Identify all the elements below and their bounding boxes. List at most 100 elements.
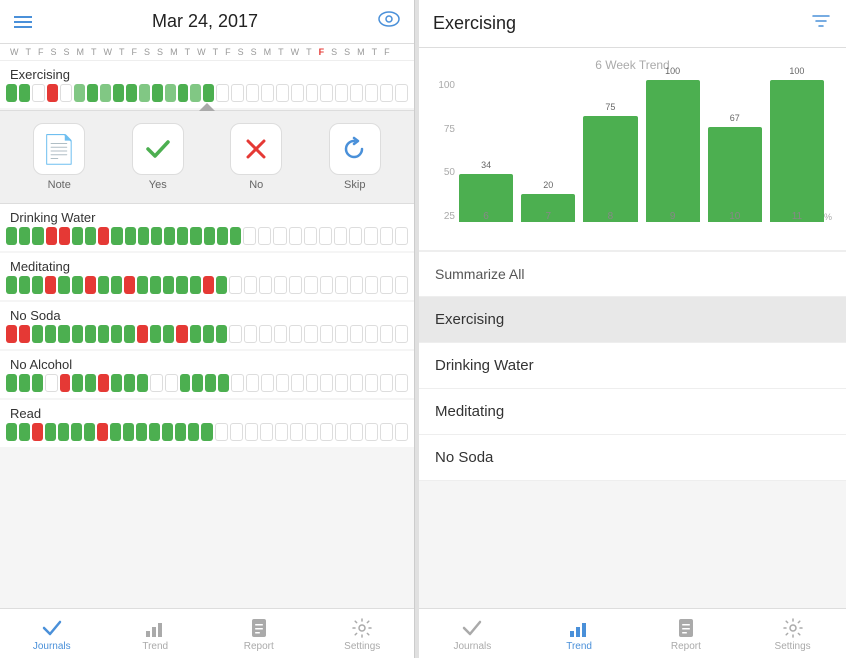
day-block — [259, 276, 272, 294]
day-block — [111, 374, 122, 392]
left-header-title: Mar 24, 2017 — [152, 11, 258, 32]
day-block — [216, 84, 229, 102]
day-block — [364, 227, 377, 245]
day-block — [380, 84, 393, 102]
day-block — [231, 84, 244, 102]
chart-wrapper: 100 75 50 25 3462077581009671010011 % — [433, 80, 832, 240]
day-block — [165, 374, 178, 392]
no-button[interactable]: No — [230, 123, 282, 191]
day-block — [261, 374, 274, 392]
day-block — [32, 374, 43, 392]
day-block — [45, 325, 56, 343]
day-block — [87, 84, 98, 102]
eye-icon[interactable] — [378, 10, 400, 33]
day-block — [365, 84, 378, 102]
left-bottom-nav: Journals Trend Report — [0, 608, 414, 658]
day-block — [150, 374, 163, 392]
day-block — [260, 423, 273, 441]
day-block — [74, 84, 85, 102]
trend-icon — [144, 617, 166, 639]
menu-icon[interactable] — [14, 16, 32, 28]
day-block — [123, 423, 134, 441]
day-block — [335, 374, 348, 392]
habit-bar-meditating[interactable] — [0, 276, 414, 300]
day-block — [304, 227, 317, 245]
habit-label-read: Read — [0, 400, 414, 423]
right-nav-label-journals: Journals — [453, 641, 491, 652]
day-block — [231, 374, 244, 392]
day-block — [216, 325, 227, 343]
day-block — [137, 325, 148, 343]
nav-item-settings[interactable]: Settings — [311, 615, 415, 654]
right-nav-label-report: Report — [671, 641, 701, 652]
habit-list-item-meditating[interactable]: Meditating — [419, 389, 846, 435]
day-block — [6, 276, 17, 294]
day-block — [178, 84, 189, 102]
day-block — [320, 423, 333, 441]
day-block — [289, 227, 302, 245]
filter-icon[interactable] — [810, 10, 832, 37]
note-button[interactable]: 📄 Note — [33, 123, 85, 191]
habit-list-item-exercising[interactable]: Exercising — [419, 297, 846, 343]
day-block — [205, 374, 216, 392]
app-container: Mar 24, 2017 W T F S S M T W T F S S M T — [0, 0, 846, 658]
day-block — [149, 423, 160, 441]
day-block — [350, 423, 363, 441]
habit-list-item-no-soda[interactable]: No Soda — [419, 435, 846, 481]
chart-bar-rect — [708, 127, 762, 222]
habit-bar-no-alcohol[interactable] — [0, 374, 414, 398]
day-block — [395, 84, 408, 102]
chart-bar-xlabel: 9 — [670, 211, 676, 222]
right-nav-item-settings[interactable]: Settings — [739, 615, 846, 654]
yes-icon — [132, 123, 184, 175]
yes-button[interactable]: Yes — [132, 123, 184, 191]
day-block — [32, 423, 43, 441]
day-block — [203, 84, 214, 102]
nav-item-trend[interactable]: Trend — [104, 615, 208, 654]
chart-bar-group: 10011 — [770, 66, 824, 222]
right-nav-item-trend[interactable]: Trend — [526, 615, 633, 654]
day-block — [365, 423, 378, 441]
right-habit-list: Summarize All Exercising Drinking Water … — [419, 252, 846, 608]
day-block — [84, 423, 95, 441]
day-block — [98, 276, 109, 294]
nav-item-journals[interactable]: Journals — [0, 615, 104, 654]
habit-row-no-alcohol: No Alcohol — [0, 351, 414, 398]
habit-bar-no-soda[interactable] — [0, 325, 414, 349]
day-block — [380, 325, 393, 343]
day-block — [180, 374, 191, 392]
habit-bar-drinking-water[interactable] — [0, 227, 414, 251]
day-block — [100, 84, 111, 102]
skip-button[interactable]: Skip — [329, 123, 381, 191]
day-block — [192, 374, 203, 392]
day-block — [136, 423, 147, 441]
day-block — [188, 423, 199, 441]
nav-item-report[interactable]: Report — [207, 615, 311, 654]
day-block — [304, 325, 317, 343]
day-block — [243, 227, 256, 245]
day-block — [97, 423, 108, 441]
day-block — [137, 374, 148, 392]
habit-bar-read[interactable] — [0, 423, 414, 447]
day-block — [60, 84, 73, 102]
habit-row-read: Read — [0, 400, 414, 447]
right-nav-label-settings: Settings — [775, 641, 811, 652]
day-block — [19, 374, 30, 392]
day-block — [125, 227, 136, 245]
day-block — [276, 84, 289, 102]
day-block — [216, 276, 227, 294]
day-block — [306, 84, 319, 102]
day-block — [244, 325, 257, 343]
habit-label-exercising: Exercising — [0, 61, 414, 84]
right-header: Exercising — [419, 0, 846, 48]
habit-list-item-drinking-water[interactable]: Drinking Water — [419, 343, 846, 389]
habit-list-item-summarize[interactable]: Summarize All — [419, 252, 846, 297]
right-nav-item-journals[interactable]: Journals — [419, 615, 526, 654]
day-block — [151, 227, 162, 245]
chart-y-axis: 100 75 50 25 — [433, 80, 455, 240]
day-block — [274, 276, 287, 294]
day-block — [291, 374, 304, 392]
day-block — [45, 423, 56, 441]
day-block — [290, 423, 303, 441]
right-nav-item-report[interactable]: Report — [633, 615, 740, 654]
